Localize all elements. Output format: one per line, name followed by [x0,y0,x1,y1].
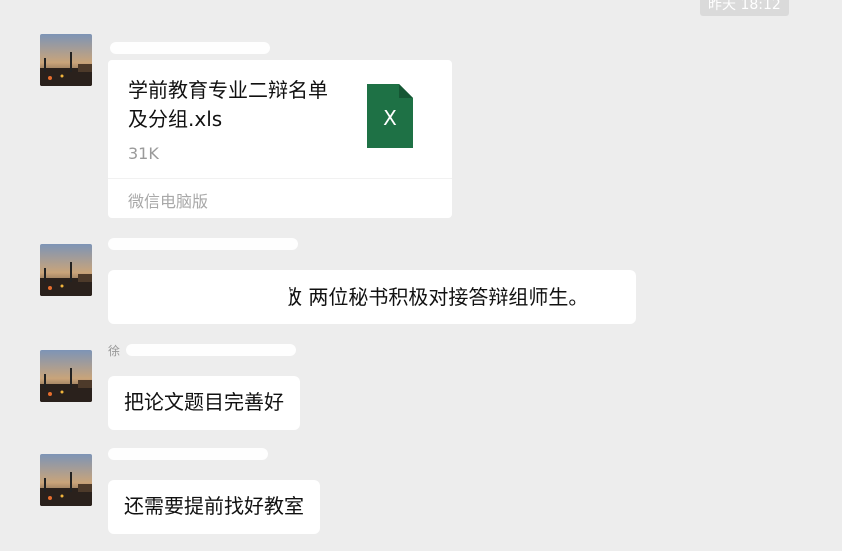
avatar[interactable] [40,244,92,296]
file-message-card[interactable]: 学前教育专业二辩名单及分组.xls 31K X 微信电脑版 [108,60,452,218]
excel-file-icon: X [367,84,413,148]
chat-timestamp: 昨天 18:12 [700,0,789,16]
excel-letter: X [383,106,397,130]
text-message-bubble[interactable]: 还需要提前找好教室 [108,480,320,534]
redaction-overlay [114,282,290,310]
avatar[interactable] [40,34,92,86]
avatar-image [40,34,92,86]
file-name: 学前教育专业二辩名单及分组.xls [128,78,328,131]
avatar-image [40,350,92,402]
sender-nickname: 徐 [108,342,296,358]
message-text: 敬 两位秘书积极对接答辩组师生。 [282,285,589,309]
message-text: 把论文题目完善好 [124,390,284,414]
avatar-image [40,244,92,296]
avatar-image [40,454,92,506]
avatar[interactable] [40,454,92,506]
text-message-bubble[interactable]: 把论文题目完善好 [108,376,300,430]
file-card-divider [108,178,452,179]
text-message-bubble[interactable]: 敬 两位秘书积极对接答辩组师生。 [108,270,636,324]
file-size: 31K [128,144,159,163]
file-source-label: 微信电脑版 [128,192,209,211]
message-text: 还需要提前找好教室 [124,494,304,518]
avatar[interactable] [40,350,92,402]
